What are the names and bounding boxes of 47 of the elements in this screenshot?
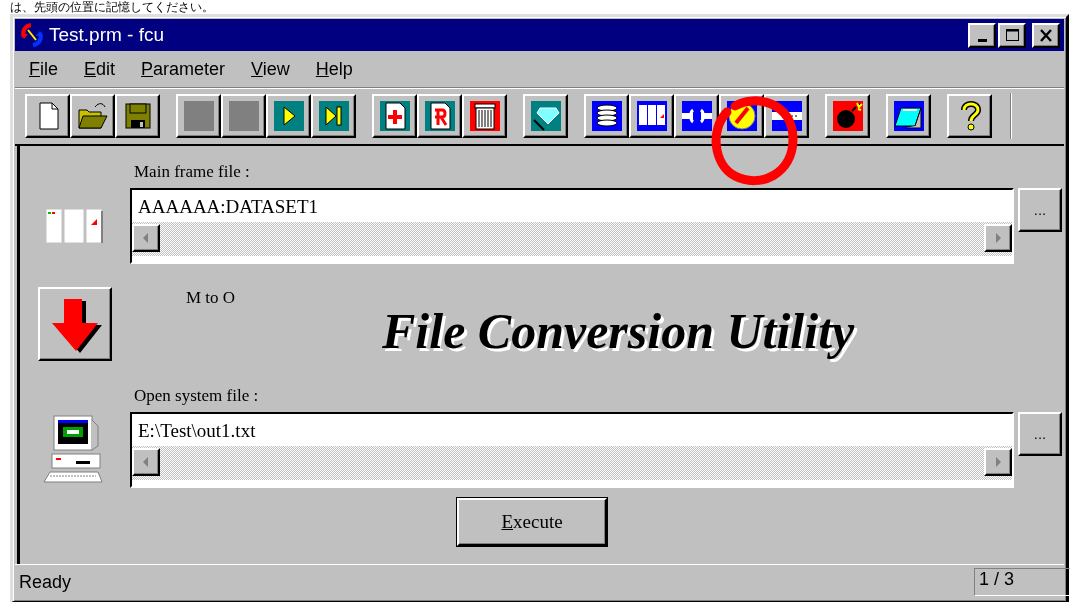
letter-document-button[interactable] [417,94,462,138]
blank-square-button[interactable] [221,94,266,138]
field-label: Main frame file : [133,162,251,183]
banner-title: File Conversion Utility [382,302,855,360]
close-button[interactable] [1032,22,1060,48]
notebook-button[interactable] [886,94,931,138]
add-document-button[interactable] [372,94,417,138]
floppy-disk-button[interactable] [115,94,160,138]
status-message: Ready [18,571,72,593]
scroll-right-button[interactable] [984,448,1012,476]
execute-button[interactable]: Execute [457,498,607,546]
menu-item[interactable]: Edit [78,58,130,80]
arrows-logo-icon [19,22,45,48]
path-field[interactable]: AAAAAA:DATASET1 [130,188,1014,264]
plug-button[interactable] [674,94,719,138]
maximize-button[interactable] [998,22,1026,48]
new-file-button[interactable] [25,94,70,138]
minimize-button[interactable] [968,22,996,48]
down-arrow-button[interactable] [38,287,112,361]
horizontal-scrollbar[interactable] [132,446,1012,480]
page-indicator: 1 / 3 [974,568,1070,596]
help-button[interactable] [947,94,992,138]
play-button[interactable] [266,94,311,138]
window-title: Test.prm - fcu [49,24,165,46]
path-field[interactable]: E:\Test\out1.txt [130,412,1014,488]
diamond-button[interactable] [523,94,568,138]
blank-square-button[interactable] [176,94,221,138]
scroll-left-button[interactable] [132,448,160,476]
field-label: Open system file : [133,386,260,407]
open-folder-button[interactable] [70,94,115,138]
server-panels-button[interactable] [629,94,674,138]
minimize-icon [977,38,987,42]
horizontal-scrollbar[interactable] [132,222,1012,256]
menu-item[interactable]: File [23,58,72,80]
skip-to-end-button[interactable] [311,94,356,138]
caption-text: は、先頭の位置に記憶してください。 [10,0,215,14]
bomb-button[interactable] [825,94,870,138]
menu-item[interactable]: View [245,58,304,80]
trash-can-button[interactable] [462,94,507,138]
database-button[interactable] [584,94,629,138]
scroll-left-button[interactable] [132,224,160,252]
menu-item[interactable]: Help [309,58,367,80]
browse-button[interactable]: ... [1018,412,1062,456]
direction-label: M to O [186,288,237,308]
menu-item[interactable]: Parameter [135,58,240,80]
browse-button[interactable]: ... [1018,188,1062,232]
scroll-right-button[interactable] [984,224,1012,252]
